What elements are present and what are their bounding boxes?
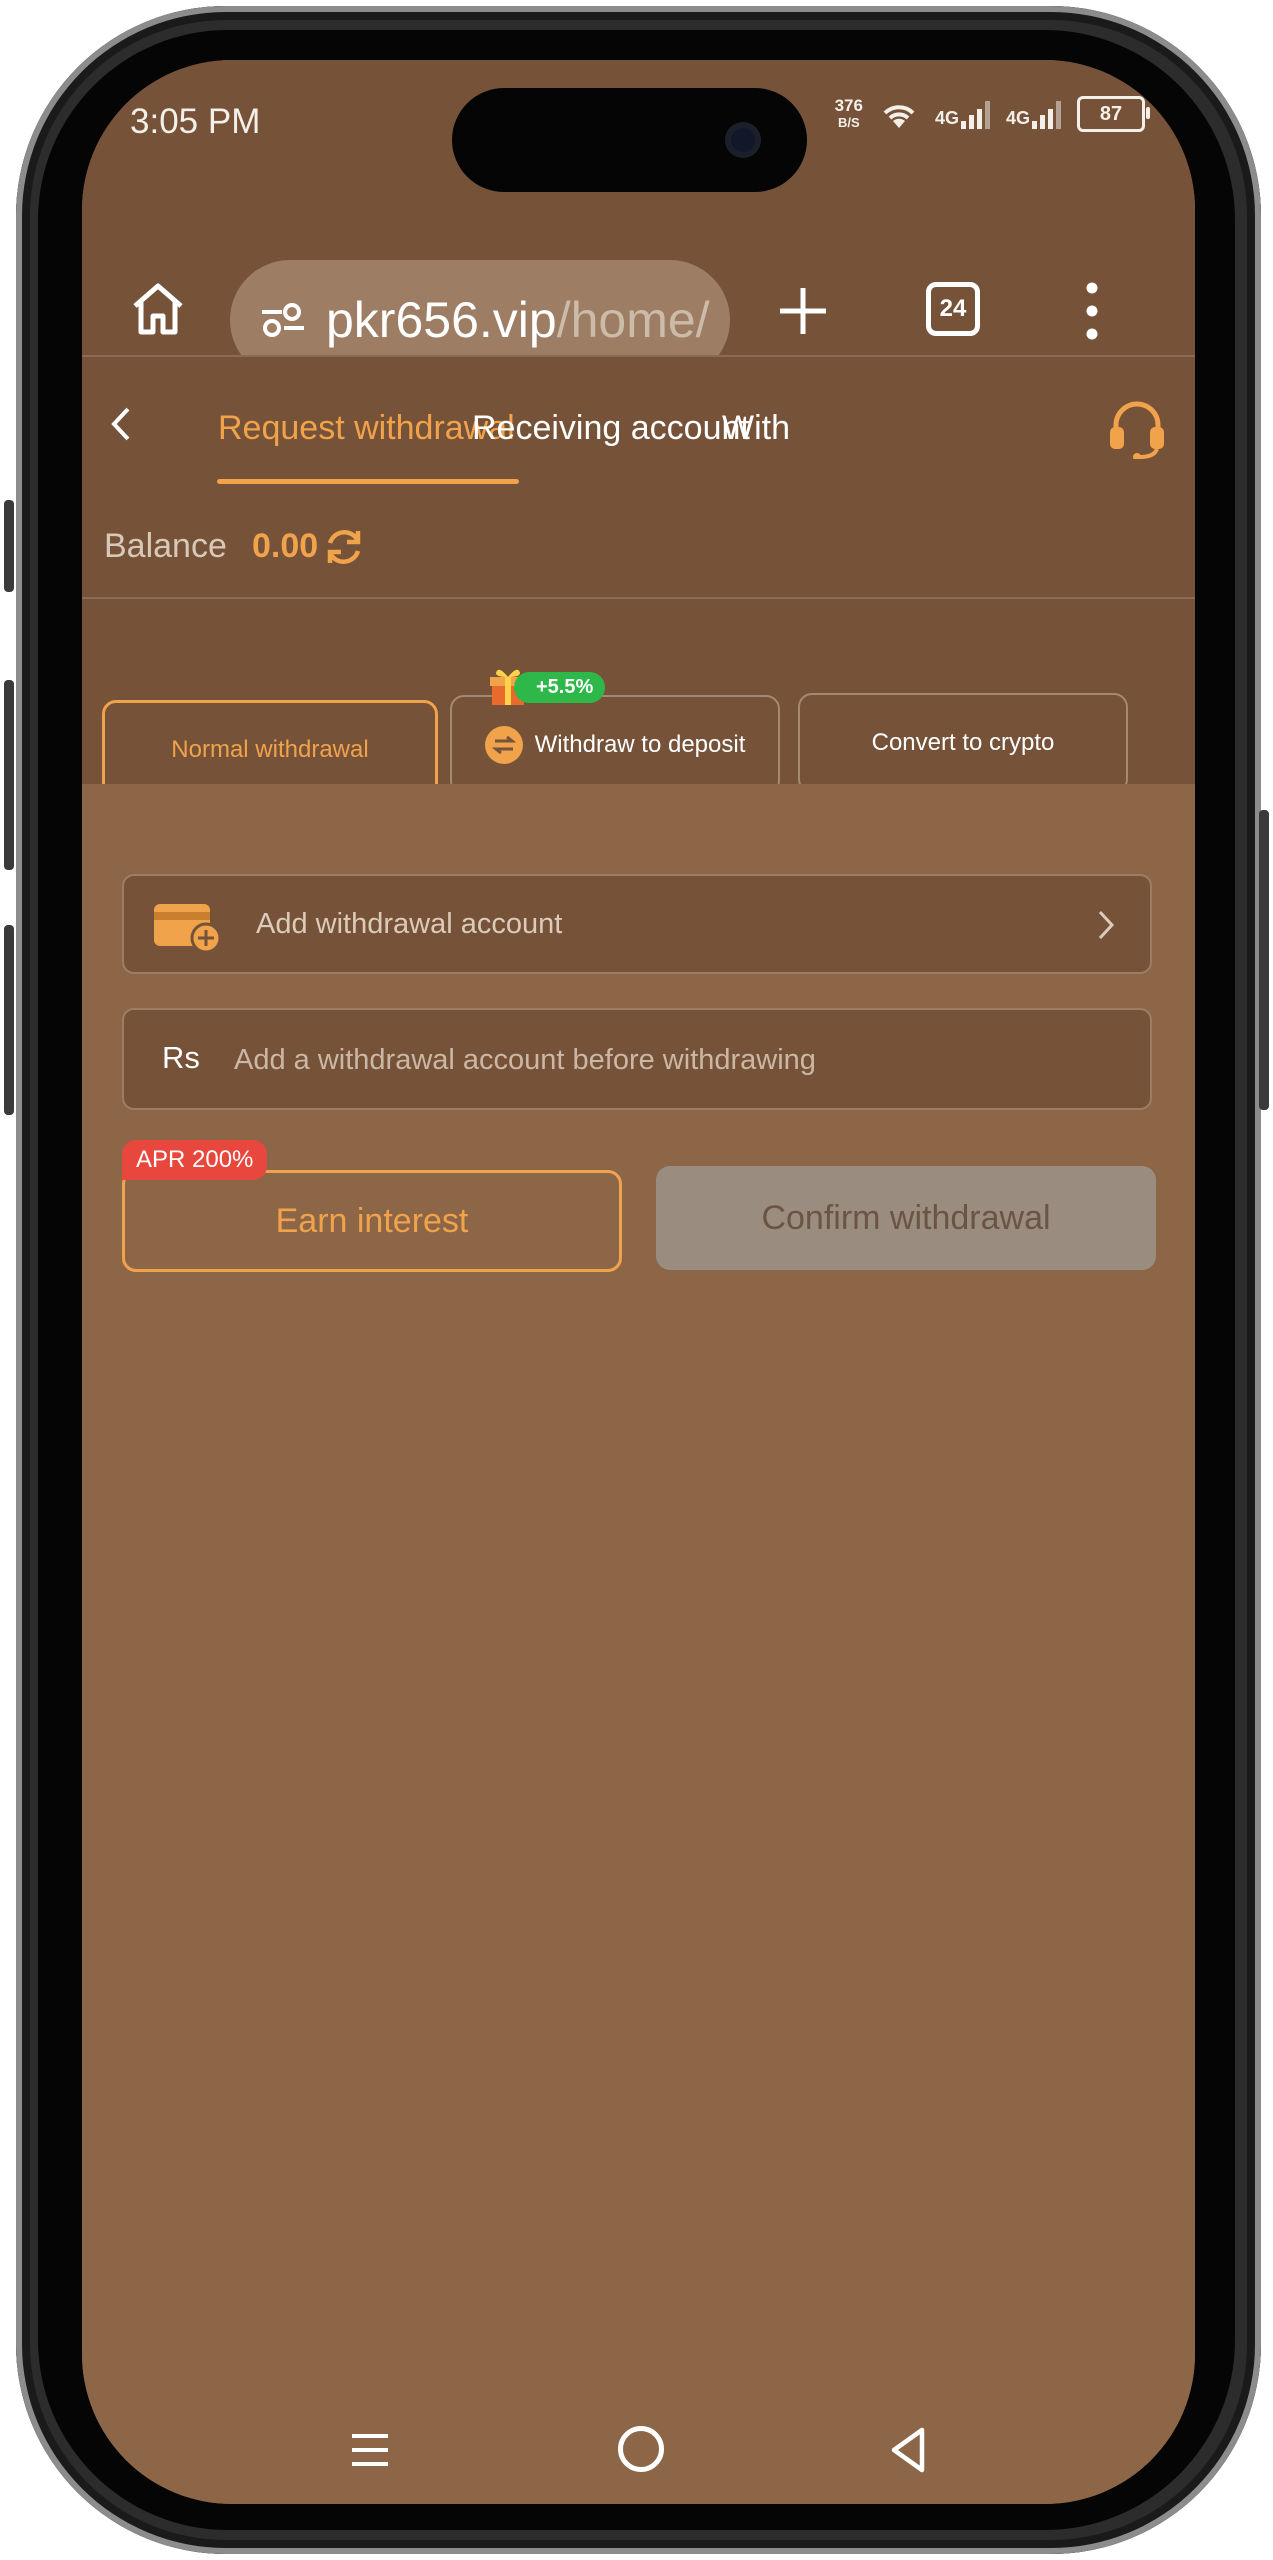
dynamic-island (452, 88, 807, 192)
customer-support-icon[interactable] (1104, 397, 1170, 459)
normal-withdrawal-label: Normal withdrawal (171, 736, 369, 763)
volume-up-button (4, 680, 14, 870)
deposit-bonus-value: +5.5% (514, 671, 606, 703)
earn-interest-button[interactable]: Earn interest (122, 1170, 622, 1272)
tab-request-withdrawal[interactable]: Request withdrawal (218, 409, 515, 448)
status-icons: 376 B/S 4G 4G 87 (835, 96, 1150, 132)
front-camera-icon (725, 122, 761, 158)
refresh-icon[interactable] (322, 525, 366, 569)
balance-label: Balance (104, 527, 227, 565)
url-domain: pkr656.vip (326, 292, 557, 348)
withdrawal-method-selector: Normal withdrawal +5.5% Withdraw to depo… (82, 599, 1195, 800)
confirm-withdrawal-button[interactable]: Confirm withdrawal (656, 1166, 1156, 1270)
more-options-icon[interactable] (1077, 278, 1107, 344)
network-speed: 376 B/S (835, 97, 863, 131)
phone-screen: 3:05 PM 376 B/S 4G 4G 87 pkr656.vip/home… (82, 60, 1195, 2504)
add-card-icon (154, 904, 222, 954)
back-arrow-icon[interactable] (106, 403, 136, 445)
network-speed-unit: B/S (837, 115, 860, 130)
apr-badge: APR 200% (122, 1140, 268, 1180)
convert-to-crypto-label: Convert to crypto (871, 729, 1055, 756)
signal-1-label: 4G (934, 108, 959, 128)
power-button (1259, 810, 1269, 1110)
android-navigation-bar (82, 2410, 1195, 2504)
tab-count: 24 (939, 295, 967, 322)
withdraw-to-deposit-button[interactable]: Withdraw to deposit (450, 695, 780, 795)
site-settings-icon[interactable] (258, 300, 308, 340)
withdraw-to-deposit-label: Withdraw to deposit (534, 731, 746, 758)
tab-switcher-button[interactable]: 24 (926, 282, 980, 336)
convert-to-crypto-button[interactable]: Convert to crypto (798, 693, 1128, 793)
recent-apps-icon[interactable] (350, 2430, 390, 2470)
home-circle-icon[interactable] (618, 2426, 664, 2472)
url-text: pkr656.vip/home/ (326, 291, 710, 349)
tab-withdrawal-history[interactable]: With (722, 409, 790, 448)
withdrawal-form: Add withdrawal account Rs Add a withdraw… (82, 784, 1195, 2504)
action-button (4, 500, 14, 592)
home-icon[interactable] (127, 278, 189, 340)
earn-interest-label: Earn interest (275, 1201, 469, 1240)
signal-2-label: 4G (1005, 108, 1030, 128)
balance-value: 0.00 (252, 527, 319, 565)
battery-icon: 87 (1077, 96, 1150, 132)
tab-receiving-account[interactable]: Receiving account (472, 409, 750, 448)
withdrawal-amount-field[interactable]: Rs Add a withdrawal account before withd… (122, 1008, 1152, 1110)
exchange-icon (484, 726, 523, 764)
confirm-withdrawal-label: Confirm withdrawal (761, 1198, 1051, 1237)
cell-signal-1-icon: 4G (935, 99, 990, 129)
deposit-bonus-badge: +5.5% (486, 665, 606, 709)
battery-level: 87 (1099, 102, 1123, 125)
wifi-icon (883, 105, 915, 128)
balance-row: Balance 0.00 (82, 487, 1195, 599)
browser-toolbar: pkr656.vip/home/ 24 (82, 220, 1195, 380)
add-withdrawal-account-row[interactable]: Add withdrawal account (122, 874, 1152, 974)
url-path: /home/ (556, 292, 710, 348)
currency-symbol: Rs (162, 1040, 200, 1075)
amount-placeholder: Add a withdrawal account before withdraw… (234, 1044, 816, 1076)
chevron-right-icon (1098, 910, 1115, 940)
status-time: 3:05 PM (130, 102, 261, 141)
add-withdrawal-account-label: Add withdrawal account (256, 908, 563, 940)
active-tab-indicator (217, 479, 519, 484)
new-tab-icon[interactable] (772, 280, 834, 342)
withdrawal-tabs: Request withdrawal Receiving account Wit… (82, 355, 1195, 489)
cell-signal-2-icon: 4G (1006, 99, 1061, 129)
volume-down-button (4, 925, 14, 1115)
back-triangle-icon[interactable] (888, 2426, 928, 2474)
network-speed-value: 376 (834, 96, 863, 115)
